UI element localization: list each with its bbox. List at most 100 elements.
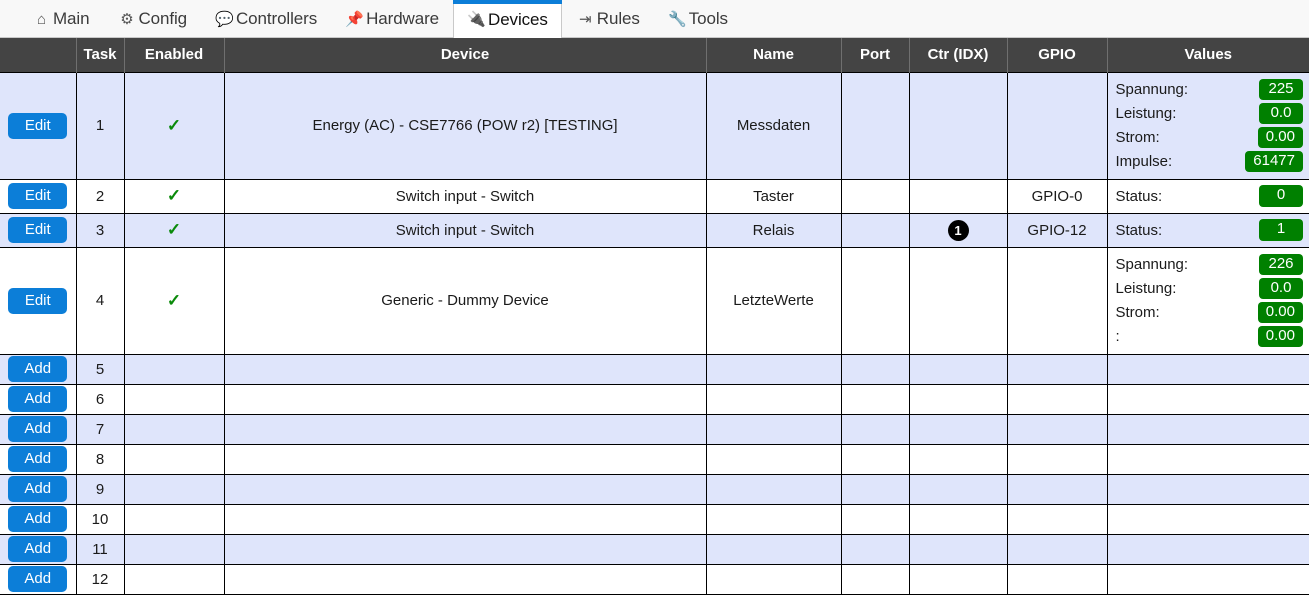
cell-ctr [908,443,1008,475]
cell-name [705,503,842,535]
cell-actions: Add [0,353,77,385]
cell-actions: Add [0,563,77,595]
cell-task: 11 [75,533,125,565]
add-button[interactable]: Add [8,476,68,502]
cell-actions: Add [0,443,77,475]
tab-main[interactable]: ⌂ Main [18,0,103,37]
cell-actions: Edit [0,71,77,180]
cell-values: Spannung: 226 Leistung: 0.0 Strom: 0.00: 0.00 [1106,246,1309,355]
cell-name [705,563,842,595]
cell-gpio [1006,563,1108,595]
value-row: : 0.00 [1108,325,1309,349]
cell-actions: Edit [0,246,77,355]
cell-values: Spannung: 225 Leistung: 0.0 Strom: 0.00 Impuls… [1106,71,1309,180]
value-label: Strom: [1115,304,1160,321]
header-task: Task [76,38,125,72]
tab-label: Config [138,9,187,28]
tab-rules[interactable]: ⇥ Rules [562,0,654,37]
cell-ctr [908,71,1008,180]
value-label: Spannung: [1115,256,1189,273]
tab-label: Controllers [236,9,318,28]
cell-actions: Add [0,473,77,505]
plug-icon: 🔌 [467,11,486,28]
value-label: Spannung: [1115,81,1189,98]
tab-hardware[interactable]: 📌 Hardware [331,0,453,37]
home-icon: ⌂ [37,10,46,28]
edit-button[interactable]: Edit [8,183,68,209]
value-badge: 0.00 [1257,301,1303,324]
edit-button[interactable]: Edit [8,217,68,243]
value-list: Spannung: 226 Leistung: 0.0 Strom: 0.00: 0.00 [1108,248,1309,354]
value-badge: 0.00 [1257,325,1303,348]
tab-label: Devices [488,9,548,29]
cell-gpio [1006,473,1108,505]
cell-task: 10 [75,503,125,535]
cell-task: 12 [75,563,125,595]
edit-button[interactable]: Edit [8,287,68,314]
add-button[interactable]: Add [8,416,68,442]
cell-values [1106,473,1309,505]
value-list: Spannung: 225 Leistung: 0.0 Strom: 0.00 Impuls… [1108,73,1309,179]
cell-name [705,353,842,385]
value-badge: 1 [1259,219,1303,241]
tab-devices[interactable]: 🔌 Devices [453,0,562,38]
tab-tools[interactable]: 🔧 Tools [654,0,742,37]
cell-ctr [908,503,1008,535]
cell-enabled: ✓ [123,212,225,248]
cell-enabled [123,383,225,415]
cell-device: Switch input - Switch [223,212,707,248]
cell-actions: Add [0,383,77,415]
edit-button[interactable]: Edit [8,112,68,139]
devices-table-header: Task Enabled Device Name Port Ctr (IDX) … [0,38,1309,72]
value-label: Strom: [1115,129,1160,146]
add-button[interactable]: Add [8,386,68,412]
header-device: Device [224,38,707,72]
table-row: Add 9 [0,473,1309,505]
value-list: Status: 1 [1108,218,1309,242]
cell-enabled [123,473,225,505]
tab-label: Rules [596,9,640,28]
tab-label: Main [53,9,90,28]
cell-ctr [908,178,1008,214]
value-row: Spannung: 225 [1108,78,1309,102]
main-navigation-tabs: ⌂ Main ⚙ Config 💬 Controllers 📌 Hardware 🔌 Device… [0,0,1309,38]
cell-enabled [123,503,225,535]
tab-label: Tools [688,9,728,28]
value-badge: 0.0 [1259,277,1303,300]
cell-gpio [1006,503,1108,535]
cell-ctr [908,563,1008,595]
cell-device: Switch input - Switch [223,178,707,214]
cell-gpio [1006,383,1108,415]
cell-values: Status: 1 [1106,212,1309,248]
cell-values [1106,353,1309,385]
cell-task: 5 [75,353,125,385]
table-row: Edit 3 ✓ Switch input - Switch Relais 1 GPIO-1… [0,212,1309,248]
value-row: Impulse: 61477 [1108,150,1309,174]
cell-actions: Edit [0,178,77,214]
add-button[interactable]: Add [8,506,68,532]
cell-ctr [908,473,1008,505]
add-button[interactable]: Add [8,566,68,592]
cell-enabled [123,563,225,595]
add-button[interactable]: Add [8,356,68,382]
value-label: Status: [1115,187,1163,205]
add-button[interactable]: Add [8,536,68,562]
tab-config[interactable]: ⚙ Config [103,0,201,37]
cell-ctr [908,353,1008,385]
value-badge: 225 [1259,78,1303,101]
value-badge: 0 [1259,185,1303,207]
cell-task: 6 [75,383,125,415]
table-row: Edit 1 ✓ Energy (AC) - CSE7766 (POW r2) [TE… [0,71,1309,180]
table-row: Add 5 [0,353,1309,385]
value-row: Leistung: 0.0 [1108,102,1309,126]
tab-controllers[interactable]: 💬 Controllers [201,0,331,37]
speech-bubble-icon: 💬 [215,10,234,28]
cell-port [840,443,910,475]
add-button[interactable]: Add [8,446,68,472]
table-row: Add 6 [0,383,1309,415]
cell-enabled [123,353,225,385]
tab-label: Hardware [366,9,440,28]
cell-enabled [123,443,225,475]
cell-port [840,178,910,214]
enabled-check-icon: ✓ [166,220,182,239]
